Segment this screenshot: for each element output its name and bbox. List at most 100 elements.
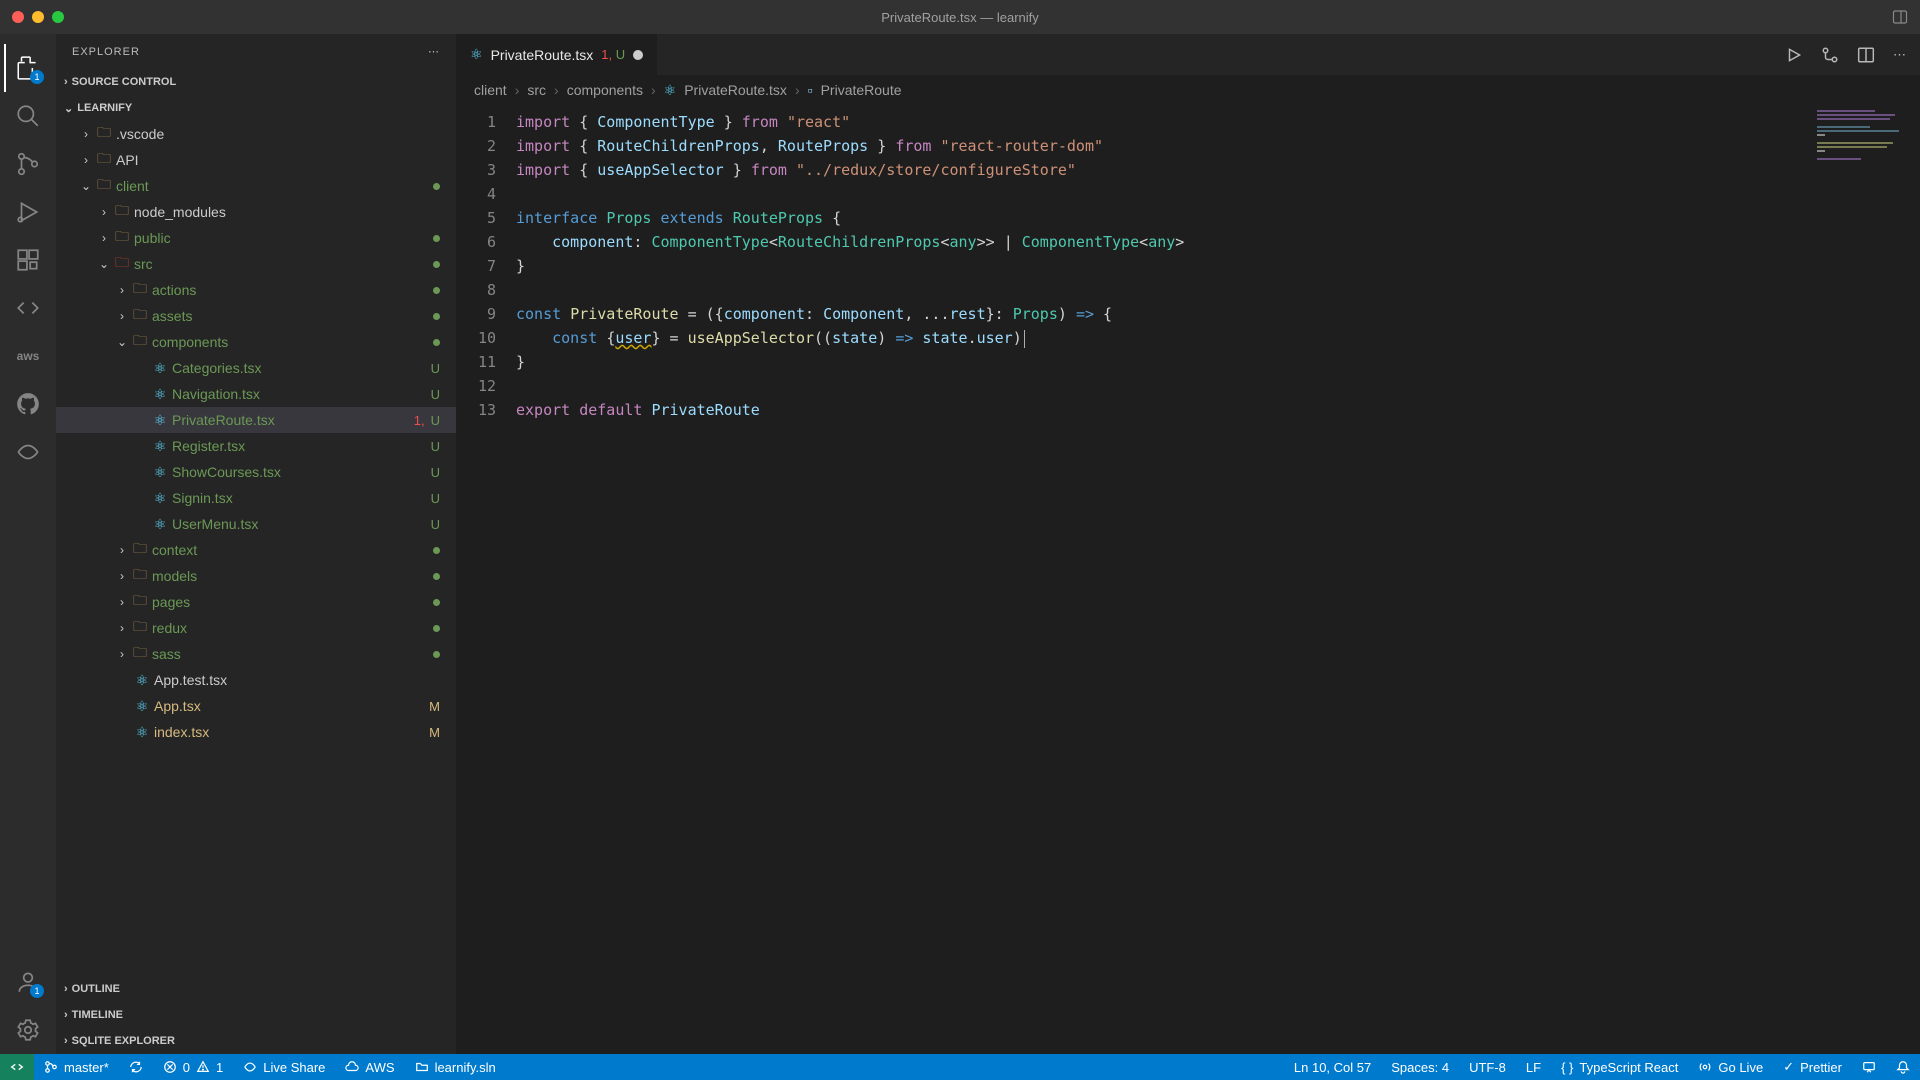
breadcrumb-item[interactable]: components <box>567 82 643 98</box>
solution-status[interactable]: learnify.sln <box>405 1054 506 1080</box>
file-index[interactable]: ⚛ index.tsx M <box>56 719 456 745</box>
chevron-right-icon: › <box>114 647 130 661</box>
folder-icon: 🗀 <box>130 616 150 640</box>
eol-status[interactable]: LF <box>1516 1054 1551 1080</box>
minimap[interactable] <box>1810 104 1920 1054</box>
folder-vscode[interactable]: › 🗀 .vscode <box>56 121 456 147</box>
indent-status[interactable]: Spaces: 4 <box>1381 1054 1459 1080</box>
breadcrumb-item[interactable]: client <box>474 82 507 98</box>
tree-label: Navigation.tsx <box>172 386 260 402</box>
text-cursor <box>1024 330 1025 348</box>
more-icon[interactable]: ⋯ <box>1893 47 1906 63</box>
explorer-activity[interactable]: 1 <box>4 44 52 92</box>
dirty-indicator-icon <box>633 50 643 60</box>
breadcrumbs[interactable]: client› src› components› ⚛ PrivateRoute.… <box>456 76 1920 104</box>
accounts-activity[interactable]: 1 <box>4 958 52 1006</box>
chevron-down-icon: ⌄ <box>78 179 94 193</box>
sync-status[interactable] <box>119 1054 153 1080</box>
breadcrumb-item[interactable]: PrivateRoute <box>821 82 902 98</box>
language-status[interactable]: { } TypeScript React <box>1551 1054 1688 1080</box>
branch-status[interactable]: master* <box>34 1054 119 1080</box>
source-control-section[interactable]: › SOURCE CONTROL <box>56 69 456 95</box>
editor-body[interactable]: 123 456 789 101112 13 import { Component… <box>456 104 1920 1054</box>
settings-activity[interactable] <box>4 1006 52 1054</box>
branch-label: master* <box>64 1060 109 1075</box>
feedback-status[interactable] <box>1852 1054 1886 1080</box>
tab-badge: 1, U <box>601 47 625 62</box>
git-status: M <box>429 725 440 740</box>
github-activity[interactable] <box>4 380 52 428</box>
source-control-activity[interactable] <box>4 140 52 188</box>
folder-client[interactable]: ⌄ 🗀 client <box>56 173 456 199</box>
folder-context[interactable]: › 🗀 context <box>56 537 456 563</box>
debug-activity[interactable] <box>4 188 52 236</box>
layout-toggle-icon[interactable] <box>1892 9 1908 25</box>
notifications-status[interactable] <box>1886 1054 1920 1080</box>
tree-label: Signin.tsx <box>172 490 233 506</box>
explorer-badge: 1 <box>30 70 44 84</box>
folder-icon: 🗀 <box>130 538 150 562</box>
remote-status[interactable] <box>0 1054 34 1080</box>
split-editor-icon[interactable] <box>1857 46 1875 64</box>
file-register[interactable]: ⚛ Register.tsx U <box>56 433 456 459</box>
cursor-position-status[interactable]: Ln 10, Col 57 <box>1284 1054 1381 1080</box>
sqlite-section[interactable]: › SQLITE EXPLORER <box>56 1028 456 1054</box>
folder-public[interactable]: › 🗀 public <box>56 225 456 251</box>
outline-section[interactable]: › OUTLINE <box>56 976 456 1002</box>
status-label: LF <box>1526 1060 1541 1075</box>
code-content[interactable]: import { ComponentType } from "react" im… <box>516 104 1810 1054</box>
folder-icon: 🗀 <box>130 304 150 328</box>
file-signin[interactable]: ⚛ Signin.tsx U <box>56 485 456 511</box>
aws-status[interactable]: AWS <box>335 1054 404 1080</box>
folder-icon: 🗀 <box>130 642 150 666</box>
encoding-status[interactable]: UTF-8 <box>1459 1054 1516 1080</box>
chevron-right-icon: › <box>64 1009 68 1021</box>
file-app-test[interactable]: ⚛ App.test.tsx <box>56 667 456 693</box>
live-share-activity[interactable] <box>4 428 52 476</box>
file-categories[interactable]: ⚛ Categories.tsx U <box>56 355 456 381</box>
git-status: U <box>431 491 440 506</box>
folder-pages[interactable]: › 🗀 pages <box>56 589 456 615</box>
search-activity[interactable] <box>4 92 52 140</box>
react-icon: ⚛ <box>664 82 677 99</box>
chevron-right-icon: › <box>114 283 130 297</box>
file-user-menu[interactable]: ⚛ UserMenu.tsx U <box>56 511 456 537</box>
problems-status[interactable]: 0 1 <box>153 1054 233 1080</box>
remote-activity[interactable] <box>4 284 52 332</box>
workspace-section[interactable]: ⌄ LEARNIFY <box>56 95 456 121</box>
diff-icon[interactable] <box>1821 46 1839 64</box>
go-live-status[interactable]: Go Live <box>1688 1054 1773 1080</box>
folder-components[interactable]: ⌄ 🗀 components <box>56 329 456 355</box>
folder-api[interactable]: › 🗀 API <box>56 147 456 173</box>
folder-redux[interactable]: › 🗀 redux <box>56 615 456 641</box>
tree-label: node_modules <box>134 204 226 220</box>
aws-activity[interactable]: aws <box>4 332 52 380</box>
folder-sass[interactable]: › 🗀 sass <box>56 641 456 667</box>
breadcrumb-item[interactable]: src <box>527 82 546 98</box>
breadcrumb-item[interactable]: PrivateRoute.tsx <box>684 82 787 98</box>
tab-private-route[interactable]: ⚛ PrivateRoute.tsx 1, U <box>456 34 658 75</box>
tree-label: public <box>134 230 171 246</box>
timeline-section[interactable]: › TIMELINE <box>56 1002 456 1028</box>
close-window-button[interactable] <box>12 11 24 23</box>
folder-src[interactable]: ⌄ 🗀 src <box>56 251 456 277</box>
run-icon[interactable] <box>1785 46 1803 64</box>
file-private-route[interactable]: ⚛ PrivateRoute.tsx 1, U <box>56 407 456 433</box>
folder-actions[interactable]: › 🗀 actions <box>56 277 456 303</box>
extensions-activity[interactable] <box>4 236 52 284</box>
live-share-status[interactable]: Live Share <box>233 1054 335 1080</box>
folder-models[interactable]: › 🗀 models <box>56 563 456 589</box>
maximize-window-button[interactable] <box>52 11 64 23</box>
prettier-status[interactable]: ✓ Prettier <box>1773 1054 1852 1080</box>
file-tree: › 🗀 .vscode › 🗀 API ⌄ 🗀 client › 🗀 node_… <box>56 121 456 976</box>
folder-assets[interactable]: › 🗀 assets <box>56 303 456 329</box>
file-app[interactable]: ⚛ App.tsx M <box>56 693 456 719</box>
tree-label: UserMenu.tsx <box>172 516 258 532</box>
more-icon[interactable]: ⋯ <box>428 45 440 58</box>
file-navigation[interactable]: ⚛ Navigation.tsx U <box>56 381 456 407</box>
tab-label: PrivateRoute.tsx <box>491 47 594 63</box>
tree-label: redux <box>152 620 187 636</box>
minimize-window-button[interactable] <box>32 11 44 23</box>
folder-node-modules[interactable]: › 🗀 node_modules <box>56 199 456 225</box>
file-show-courses[interactable]: ⚛ ShowCourses.tsx U <box>56 459 456 485</box>
